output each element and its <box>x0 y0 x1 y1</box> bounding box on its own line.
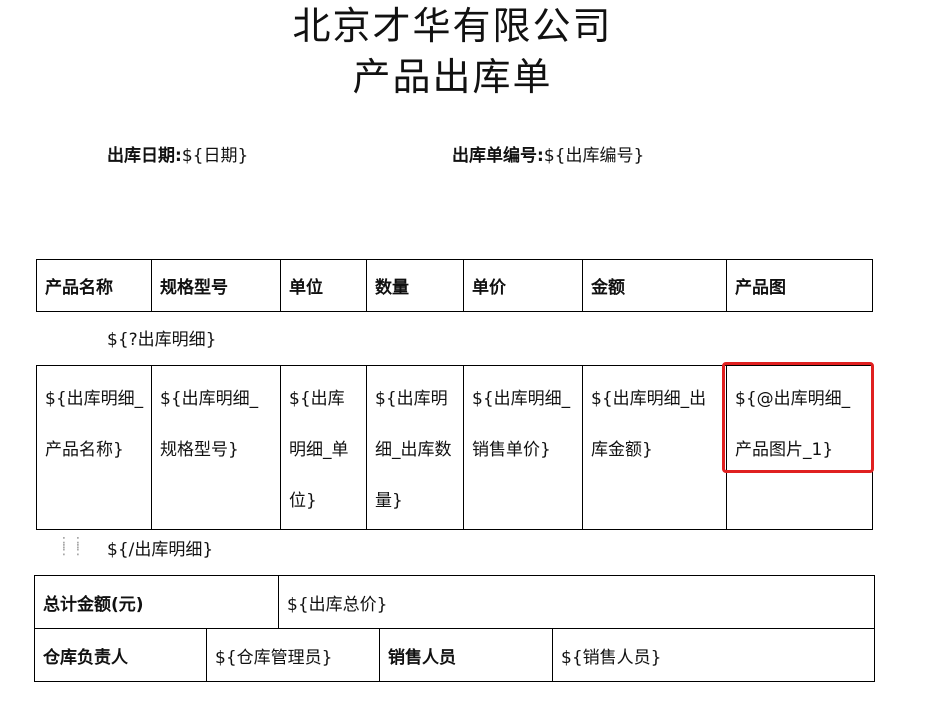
outbound-number: 出库单编号:${出库编号} <box>452 144 644 168</box>
salesperson-label: 销售人员 <box>379 628 553 682</box>
cell-product-name[interactable]: ${出库明细_产品名称} <box>36 365 152 530</box>
summary-total-table: 总计金额(元) ${出库总价} <box>34 575 875 629</box>
outbound-number-label: 出库单编号: <box>452 146 544 166</box>
header-cell[interactable]: 单位 <box>280 259 367 312</box>
salesperson-value[interactable]: ${销售人员} <box>552 628 875 682</box>
outbound-number-value[interactable]: ${出库编号} <box>544 146 644 166</box>
summary-staff-row: 仓库负责人 ${仓库管理员} 销售人员 ${销售人员} <box>34 628 875 682</box>
loop-end-tag[interactable]: ${/出库明细} <box>107 538 213 562</box>
company-name: 北京才华有限公司 <box>292 4 613 48</box>
cell-unit-price[interactable]: ${出库明细_销售单价} <box>463 365 583 530</box>
header-cell[interactable]: 单价 <box>463 259 583 312</box>
total-amount-value[interactable]: ${出库总价} <box>278 575 875 629</box>
detail-header-table: 产品名称 规格型号 单位 数量 单价 金额 产品图 <box>36 259 873 312</box>
highlight-box <box>722 362 874 473</box>
outbound-date-value[interactable]: ${日期} <box>182 146 248 166</box>
cell-spec[interactable]: ${出库明细_规格型号} <box>151 365 281 530</box>
summary-staff-table: 仓库负责人 ${仓库管理员} 销售人员 ${销售人员} <box>34 628 875 682</box>
loop-start-tag[interactable]: ${?出库明细} <box>107 328 216 352</box>
header-cell[interactable]: 产品图 <box>726 259 873 312</box>
cell-unit[interactable]: ${出库明细_单位} <box>280 365 367 530</box>
header-cell[interactable]: 产品名称 <box>36 259 152 312</box>
header-cell[interactable]: 数量 <box>366 259 464 312</box>
outbound-date-label: 出库日期: <box>107 146 182 166</box>
warehouse-manager-value[interactable]: ${仓库管理员} <box>206 628 380 682</box>
drag-handle-icon[interactable]: ⋮⋮ ⋮⋮ <box>57 536 85 560</box>
summary-total-row: 总计金额(元) ${出库总价} <box>34 575 875 629</box>
cell-amount[interactable]: ${出库明细_出库金额} <box>582 365 727 530</box>
warehouse-manager-label: 仓库负责人 <box>34 628 207 682</box>
outbound-date: 出库日期:${日期} <box>107 144 248 168</box>
table-header-row: 产品名称 规格型号 单位 数量 单价 金额 产品图 <box>36 259 873 312</box>
cell-quantity[interactable]: ${出库明细_出库数量} <box>366 365 464 530</box>
header-cell[interactable]: 金额 <box>582 259 727 312</box>
document-title: 产品出库单 <box>352 55 553 99</box>
header-cell[interactable]: 规格型号 <box>151 259 281 312</box>
total-amount-label: 总计金额(元) <box>34 575 279 629</box>
